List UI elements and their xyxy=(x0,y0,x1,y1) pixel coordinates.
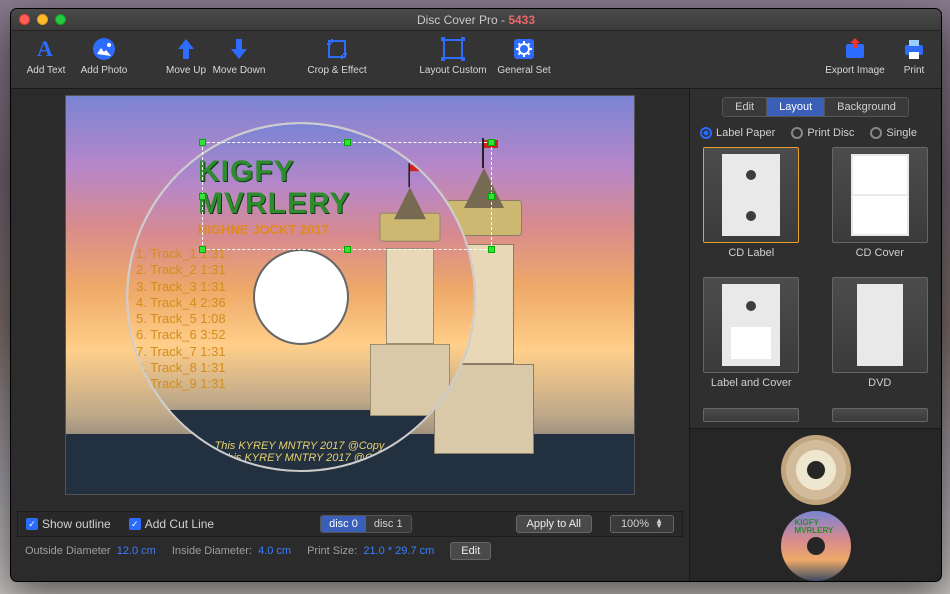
layout-more-2[interactable] xyxy=(829,408,932,428)
disc1-tab[interactable]: disc 1 xyxy=(366,516,411,532)
apply-to-all-button[interactable]: Apply to All xyxy=(516,515,592,533)
zoom-select[interactable]: 100% ▲▼ xyxy=(610,515,674,533)
resize-handle-e[interactable] xyxy=(488,193,495,200)
copyright-text[interactable]: This KYREY MNTRY 2017 @Copy . This KYREY… xyxy=(215,440,388,464)
canvas-area: KIGFYMVRLERY HIGHNE JOCKT 2017 1. Track_… xyxy=(11,89,689,581)
export-icon xyxy=(841,35,869,63)
move-down-button[interactable]: Move Down xyxy=(209,35,269,76)
layout-dvd[interactable]: DVD xyxy=(829,277,932,403)
print-button[interactable]: Print xyxy=(893,35,935,76)
resize-handle-n[interactable] xyxy=(344,139,351,146)
selection-box[interactable] xyxy=(202,142,492,250)
side-panel: Edit Layout Background Label Paper Print… xyxy=(689,89,941,581)
layout-cd-cover[interactable]: CD Cover xyxy=(829,147,932,273)
crop-icon xyxy=(323,35,351,63)
layout-grid: CD Label CD Cover Label and Cover DVD xyxy=(690,147,941,428)
preview-strip: KIGFYMVRLERY xyxy=(690,428,941,581)
layout-more-1[interactable] xyxy=(700,408,803,428)
resize-handle-se[interactable] xyxy=(488,246,495,253)
layout-label-and-cover[interactable]: Label and Cover xyxy=(700,277,803,403)
gear-icon xyxy=(510,35,538,63)
tab-edit[interactable]: Edit xyxy=(723,98,767,116)
window-title: Disc Cover Pro - 5433 xyxy=(11,13,941,27)
app-window: Disc Cover Pro - 5433 A Add Text Add Pho… xyxy=(10,8,942,582)
radio-print-disc[interactable]: Print Disc xyxy=(791,127,854,139)
edit-size-button[interactable]: Edit xyxy=(450,542,491,560)
preview-disc-2[interactable]: KIGFYMVRLERY xyxy=(781,511,851,581)
outside-diameter-label: Outside Diameter 12.0 cm xyxy=(25,545,156,557)
titlebar: Disc Cover Pro - 5433 xyxy=(11,9,941,31)
layout-mode-radios: Label Paper Print Disc Single xyxy=(690,123,941,147)
add-cut-line-checkbox[interactable]: Add Cut Line xyxy=(129,517,214,531)
show-outline-checkbox[interactable]: Show outline xyxy=(26,517,111,531)
toolbar: A Add Text Add Photo Move Up Move Down C… xyxy=(11,31,941,89)
arrow-up-icon xyxy=(172,35,200,63)
canvas[interactable]: KIGFYMVRLERY HIGHNE JOCKT 2017 1. Track_… xyxy=(65,95,635,495)
disc-selector[interactable]: disc 0 disc 1 xyxy=(320,515,412,533)
radio-off-icon xyxy=(791,127,803,139)
resize-handle-nw[interactable] xyxy=(199,139,206,146)
add-photo-button[interactable]: Add Photo xyxy=(75,35,133,76)
resize-handle-w[interactable] xyxy=(199,193,206,200)
print-size-label: Print Size: 21.0 * 29.7 cm xyxy=(307,545,434,557)
move-up-button[interactable]: Move Up xyxy=(163,35,209,76)
preview-disc-1[interactable] xyxy=(781,435,851,505)
chevron-updown-icon: ▲▼ xyxy=(655,519,663,529)
text-icon: A xyxy=(32,35,60,63)
resize-handle-s[interactable] xyxy=(344,246,351,253)
arrow-down-icon xyxy=(225,35,253,63)
radio-on-icon xyxy=(700,127,712,139)
crop-effect-button[interactable]: Crop & Effect xyxy=(299,35,375,76)
checkbox-on-icon xyxy=(26,518,38,530)
panel-tabs: Edit Layout Background xyxy=(722,97,909,117)
disc0-tab[interactable]: disc 0 xyxy=(321,516,366,532)
checkbox-on-icon xyxy=(129,518,141,530)
general-set-button[interactable]: General Set xyxy=(491,35,557,76)
resize-handle-ne[interactable] xyxy=(488,139,495,146)
radio-off-icon xyxy=(870,127,882,139)
resize-handle-sw[interactable] xyxy=(199,246,206,253)
svg-text:A: A xyxy=(37,36,53,61)
tab-layout[interactable]: Layout xyxy=(767,98,825,116)
layout-icon xyxy=(439,35,467,63)
measurements-bar: Outside Diameter 12.0 cm Inside Diameter… xyxy=(17,539,683,563)
add-text-button[interactable]: A Add Text xyxy=(17,35,75,76)
radio-single[interactable]: Single xyxy=(870,127,917,139)
inside-diameter-label: Inside Diameter: 4.0 cm xyxy=(172,545,291,557)
layout-cd-label[interactable]: CD Label xyxy=(700,147,803,273)
layout-custom-button[interactable]: Layout Custom xyxy=(415,35,491,76)
printer-icon xyxy=(900,35,928,63)
export-image-button[interactable]: Export Image xyxy=(817,35,893,76)
radio-label-paper[interactable]: Label Paper xyxy=(700,127,775,139)
track-list[interactable]: 1. Track_1 1:312. Track_2 1:313. Track_3… xyxy=(136,246,226,392)
photo-icon xyxy=(90,35,118,63)
disc-hole xyxy=(253,249,349,345)
tab-background[interactable]: Background xyxy=(825,98,908,116)
options-bar: Show outline Add Cut Line disc 0 disc 1 … xyxy=(17,511,683,537)
